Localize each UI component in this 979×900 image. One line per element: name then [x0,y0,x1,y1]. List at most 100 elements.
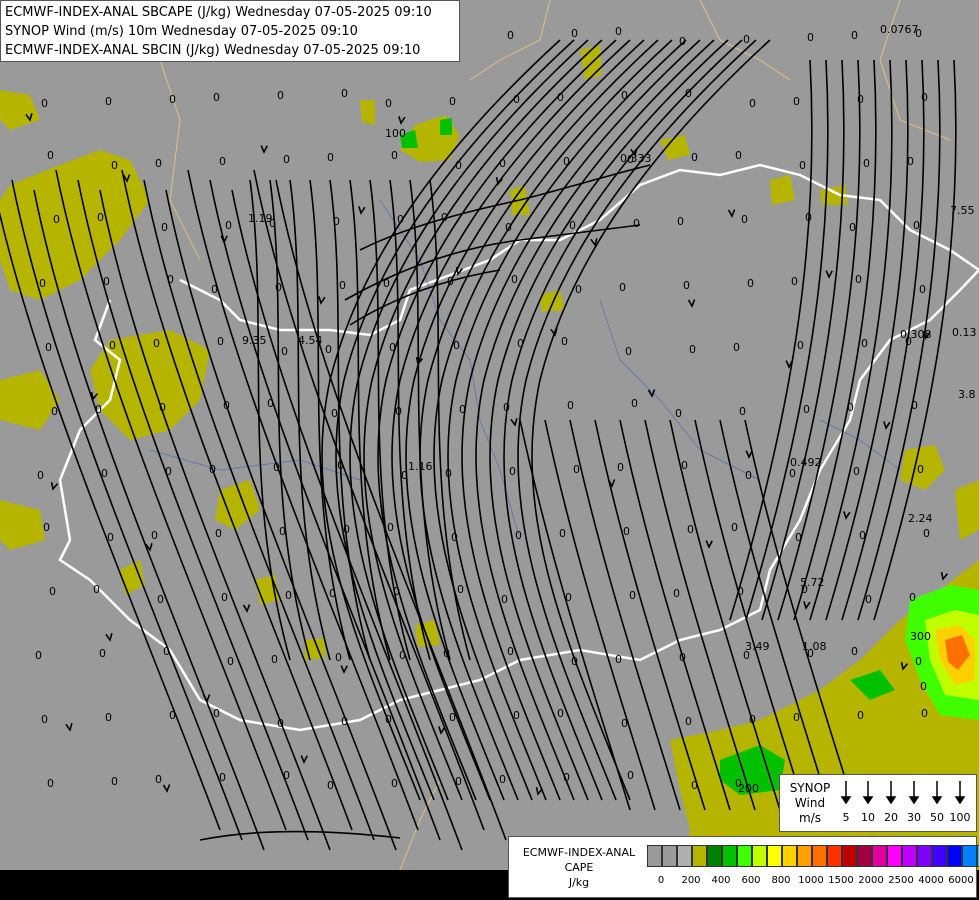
map-zero-label: 0 [571,655,578,668]
map-zero-label: 0 [617,461,624,474]
cape-legend-tick: 400 [711,875,731,886]
map-zero-label: 0 [855,273,862,286]
map-zero-label: 0 [169,709,176,722]
map-zero-label: 0 [557,707,564,720]
map-zero-label: 0 [219,155,226,168]
map-zero-label: 0 [267,397,274,410]
wind-legend-value: 30 [907,811,921,824]
map-zero-label: 0 [915,655,922,668]
weather-map: 0.07670.3331.199.35 4.541.16 0.4920.308 0.1… [0,0,979,900]
map-zero-label: 0 [99,647,106,660]
wind-legend-value: 20 [884,811,898,824]
map-zero-label: 0 [499,773,506,786]
cape-legend-swatch [827,845,842,867]
map-zero-label: 0 [387,521,394,534]
map-zero-label: 0 [105,95,112,108]
map-zero-label: 0 [689,343,696,356]
map-zero-label: 0 [851,645,858,658]
map-value-label: 3.8 [958,388,976,401]
map-value-label: 9.35 [242,334,267,347]
cape-legend-tick: 4000 [918,875,944,886]
cape-legend-title-3: J/kg [568,876,590,889]
map-zero-label: 0 [789,467,796,480]
wind-legend-value: 50 [930,811,944,824]
map-zero-label: 0 [503,401,510,414]
map-zero-label: 0 [157,593,164,606]
map-zero-label: 0 [803,403,810,416]
cape-legend-title: ECMWF-INDEX-ANAL CAPE J/kg [513,845,645,890]
map-zero-label: 0 [343,523,350,536]
map-zero-label: 0 [451,531,458,544]
map-zero-label: 0 [563,771,570,784]
map-zero-label: 0 [685,715,692,728]
map-zero-label: 0 [499,157,506,170]
map-value-label: 4.54 [298,334,323,347]
cape-legend-swatch [737,845,752,867]
map-zero-label: 0 [915,27,922,40]
cape-legend-swatches [647,845,979,869]
map-zero-label: 0 [507,29,514,42]
map-zero-label: 0 [329,587,336,600]
cape-legend-swatch [917,845,932,867]
map-zero-label: 0 [457,583,464,596]
map-zero-label: 0 [97,211,104,224]
map-zero-label: 0 [567,399,574,412]
map-zero-label: 0 [281,345,288,358]
map-zero-label: 0 [219,771,226,784]
map-zero-label: 0 [513,709,520,722]
map-value-label: 7.55 [950,204,975,217]
title-line-wind: SYNOP Wind (m/s) 10m Wednesday 07-05-202… [5,24,358,39]
map-zero-label: 0 [743,649,750,662]
map-zero-label: 0 [625,345,632,358]
cape-legend-tick: 6000 [948,875,974,886]
map-zero-label: 0 [627,769,634,782]
map-zero-label: 0 [325,343,332,356]
cape-legend-tick: 800 [771,875,791,886]
map-zero-label: 0 [447,275,454,288]
map-zero-label: 0 [615,25,622,38]
map-zero-label: 0 [331,407,338,420]
map-zero-label: 0 [691,779,698,792]
map-zero-label: 0 [161,221,168,234]
title-line-cape: ECMWF-INDEX-ANAL SBCAPE (J/kg) Wednesday… [5,5,432,20]
map-zero-label: 0 [565,591,572,604]
cape-legend-swatch [962,845,977,867]
map-zero-label: 0 [449,95,456,108]
map-zero-label: 0 [43,521,50,534]
map-zero-label: 0 [271,653,278,666]
map-zero-label: 0 [395,405,402,418]
map-zero-label: 0 [159,401,166,414]
map-zero-label: 0 [455,775,462,788]
map-zero-label: 0 [459,403,466,416]
cape-legend-tick: 0 [657,875,665,886]
cape-legend-swatch [932,845,947,867]
map-zero-label: 0 [397,213,404,226]
cape-legend-swatch [887,845,902,867]
map-zero-label: 0 [735,777,742,790]
map-zero-label: 0 [631,397,638,410]
map-zero-label: 0 [505,221,512,234]
map-zero-label: 0 [337,459,344,472]
map-zero-label: 0 [905,335,912,348]
wind-legend-value: 10 [861,811,875,824]
map-zero-label: 0 [563,155,570,168]
map-zero-label: 0 [615,653,622,666]
map-value-label: 0.0767 [880,23,919,36]
map-zero-label: 0 [741,213,748,226]
map-zero-label: 0 [571,27,578,40]
map-zero-label: 0 [853,465,860,478]
map-zero-label: 0 [731,521,738,534]
map-zero-label: 0 [391,777,398,790]
map-zero-label: 0 [919,283,926,296]
map-zero-label: 0 [749,713,756,726]
map-zero-label: 0 [507,645,514,658]
map-zero-label: 0 [385,97,392,110]
map-zero-label: 0 [733,341,740,354]
map-zero-label: 0 [629,589,636,602]
map-zero-label: 0 [453,339,460,352]
map-zero-label: 0 [745,469,752,482]
map-zero-label: 0 [857,709,864,722]
map-zero-label: 0 [737,585,744,598]
map-zero-label: 0 [911,399,918,412]
map-zero-label: 0 [799,159,806,172]
